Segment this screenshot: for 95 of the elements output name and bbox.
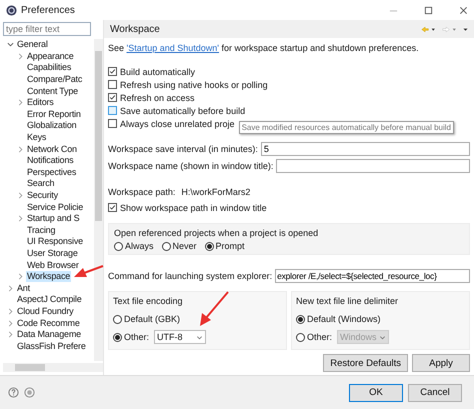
field-label: Command for launching system explorer: <box>108 271 272 281</box>
checkbox[interactable] <box>108 119 117 128</box>
radio-label: Other: <box>124 332 150 342</box>
chevron-down-icon[interactable] <box>7 41 14 48</box>
tree-item[interactable]: UI Responsive <box>26 236 84 248</box>
field-label: Workspace name (shown in window title): <box>108 161 274 171</box>
checkbox-label: Refresh on access <box>120 92 195 102</box>
radio-label: Other: <box>307 332 332 342</box>
tree-item[interactable]: General <box>16 39 49 50</box>
record-icon[interactable] <box>24 387 35 398</box>
app-icon <box>6 4 17 16</box>
chevron-right-icon[interactable] <box>17 99 24 106</box>
tree-item[interactable]: Capabilities <box>26 62 72 74</box>
group-title: Text file encoding <box>113 296 184 306</box>
tree-item[interactable]: Cloud Foundry <box>16 306 74 317</box>
text-field[interactable] <box>276 159 470 173</box>
field-label: Workspace save interval (in minutes): <box>108 144 258 154</box>
tree-item[interactable]: Keys <box>26 132 48 144</box>
tree-item[interactable]: Notifications <box>26 155 74 166</box>
chevron-right-icon[interactable] <box>7 284 14 292</box>
tree-item[interactable]: Network Con <box>26 144 78 155</box>
tooltip: Save modified resources automatically before manual build <box>238 121 454 134</box>
tree-item[interactable]: Web Browser <box>26 260 80 271</box>
radio-button[interactable] <box>113 332 122 342</box>
tree-item[interactable]: GlassFish Prefere <box>16 340 87 352</box>
intro-text: See 'Startup and Shutdown' for workspace startup and shutdown preferences. <box>108 43 420 53</box>
radio-label: Prompt <box>216 241 245 251</box>
help-icon[interactable] <box>8 387 19 398</box>
tree-item[interactable]: Search <box>26 178 56 190</box>
radio-label: Default (GBK) <box>124 314 180 324</box>
chevron-right-icon[interactable] <box>17 52 24 60</box>
checkbox-label: Build automatically <box>120 66 196 76</box>
radio-label: Always <box>125 241 154 251</box>
group-title: New text file line delimiter <box>296 296 400 306</box>
chevron-right-icon[interactable] <box>17 215 24 222</box>
radio-button[interactable] <box>296 314 305 324</box>
startup-link[interactable]: 'Startup and Shutdown' <box>126 43 220 53</box>
chevron-right-icon[interactable] <box>7 308 14 315</box>
annotation-arrow <box>200 291 229 326</box>
tree-item[interactable]: Workspace <box>26 271 72 282</box>
close-icon[interactable] <box>459 6 468 14</box>
path-value: H:\workForMars2 <box>181 187 250 197</box>
scrollbar[interactable] <box>3 363 103 372</box>
checkbox-label: Refresh using native hooks or polling <box>120 80 268 90</box>
tree-item[interactable]: Security <box>26 190 59 202</box>
tree-item[interactable]: AspectJ Compile <box>16 294 83 306</box>
window-title: Preferences <box>21 4 75 16</box>
checkbox[interactable] <box>108 203 117 212</box>
tree-item[interactable]: Service Policie <box>26 202 84 213</box>
dialog-button[interactable]: Cancel <box>408 384 462 402</box>
tree-item[interactable]: Data Manageme <box>16 329 82 340</box>
scrollbar[interactable] <box>94 39 103 361</box>
tree-item[interactable]: Code Recomme <box>16 318 81 329</box>
push-button[interactable]: Restore Defaults <box>323 354 408 372</box>
push-button[interactable]: Apply <box>412 354 470 372</box>
tree-item[interactable]: Ant <box>16 282 31 294</box>
chevron-right-icon[interactable] <box>7 331 14 338</box>
tree-item[interactable]: Startup and S <box>26 213 80 224</box>
checkbox-label: Always close unrelated proje <box>120 118 235 128</box>
text-field[interactable]: explorer /E,/select=${selected_resource_loc} <box>275 269 470 283</box>
tree-item[interactable]: Error Reportin <box>26 108 82 120</box>
chevron-down-icon <box>196 334 204 340</box>
radio-button[interactable] <box>114 242 123 250</box>
tree-item[interactable]: User Storage <box>26 248 79 259</box>
tree-item[interactable]: Content Type <box>26 86 79 97</box>
tree-item[interactable]: Compare/Patc <box>26 74 84 86</box>
radio-button[interactable] <box>113 314 122 324</box>
checkbox[interactable] <box>108 67 117 76</box>
group-title: Open referenced projects when a project is opened <box>114 228 320 238</box>
tree-item[interactable]: Perspectives <box>26 166 78 178</box>
dialog-button[interactable]: OK <box>349 384 403 402</box>
page-title: Workspace <box>110 24 160 34</box>
checkbox-label: Save automatically before build <box>120 106 246 116</box>
checkbox-label: Show workspace path in window title <box>120 202 267 212</box>
radio-button[interactable] <box>204 242 214 250</box>
menu-icon[interactable] <box>463 26 468 32</box>
tree-item[interactable]: Tracing <box>26 224 56 236</box>
dropdown[interactable]: UTF-8 <box>154 330 206 344</box>
chevron-right-icon[interactable] <box>17 146 24 153</box>
text-field[interactable]: 5 <box>260 142 470 156</box>
path-label: Workspace path: <box>108 187 176 197</box>
checkbox[interactable] <box>108 93 117 102</box>
chevron-right-icon[interactable] <box>17 273 24 280</box>
tree-item[interactable]: Editors <box>26 97 55 108</box>
radio-button[interactable] <box>162 242 171 250</box>
tree-item[interactable]: Globalization <box>26 120 78 132</box>
checkbox[interactable] <box>108 80 117 89</box>
radio-label: Never <box>172 241 197 251</box>
chevron-down-icon <box>379 334 386 340</box>
tree-item[interactable]: Appearance <box>26 50 75 62</box>
chevron-right-icon[interactable] <box>7 320 14 327</box>
filter-field[interactable]: type filter text <box>3 22 91 36</box>
radio-label: Default (Windows) <box>307 314 381 324</box>
chevron-right-icon[interactable] <box>17 192 24 200</box>
maximize-icon[interactable] <box>424 6 433 14</box>
